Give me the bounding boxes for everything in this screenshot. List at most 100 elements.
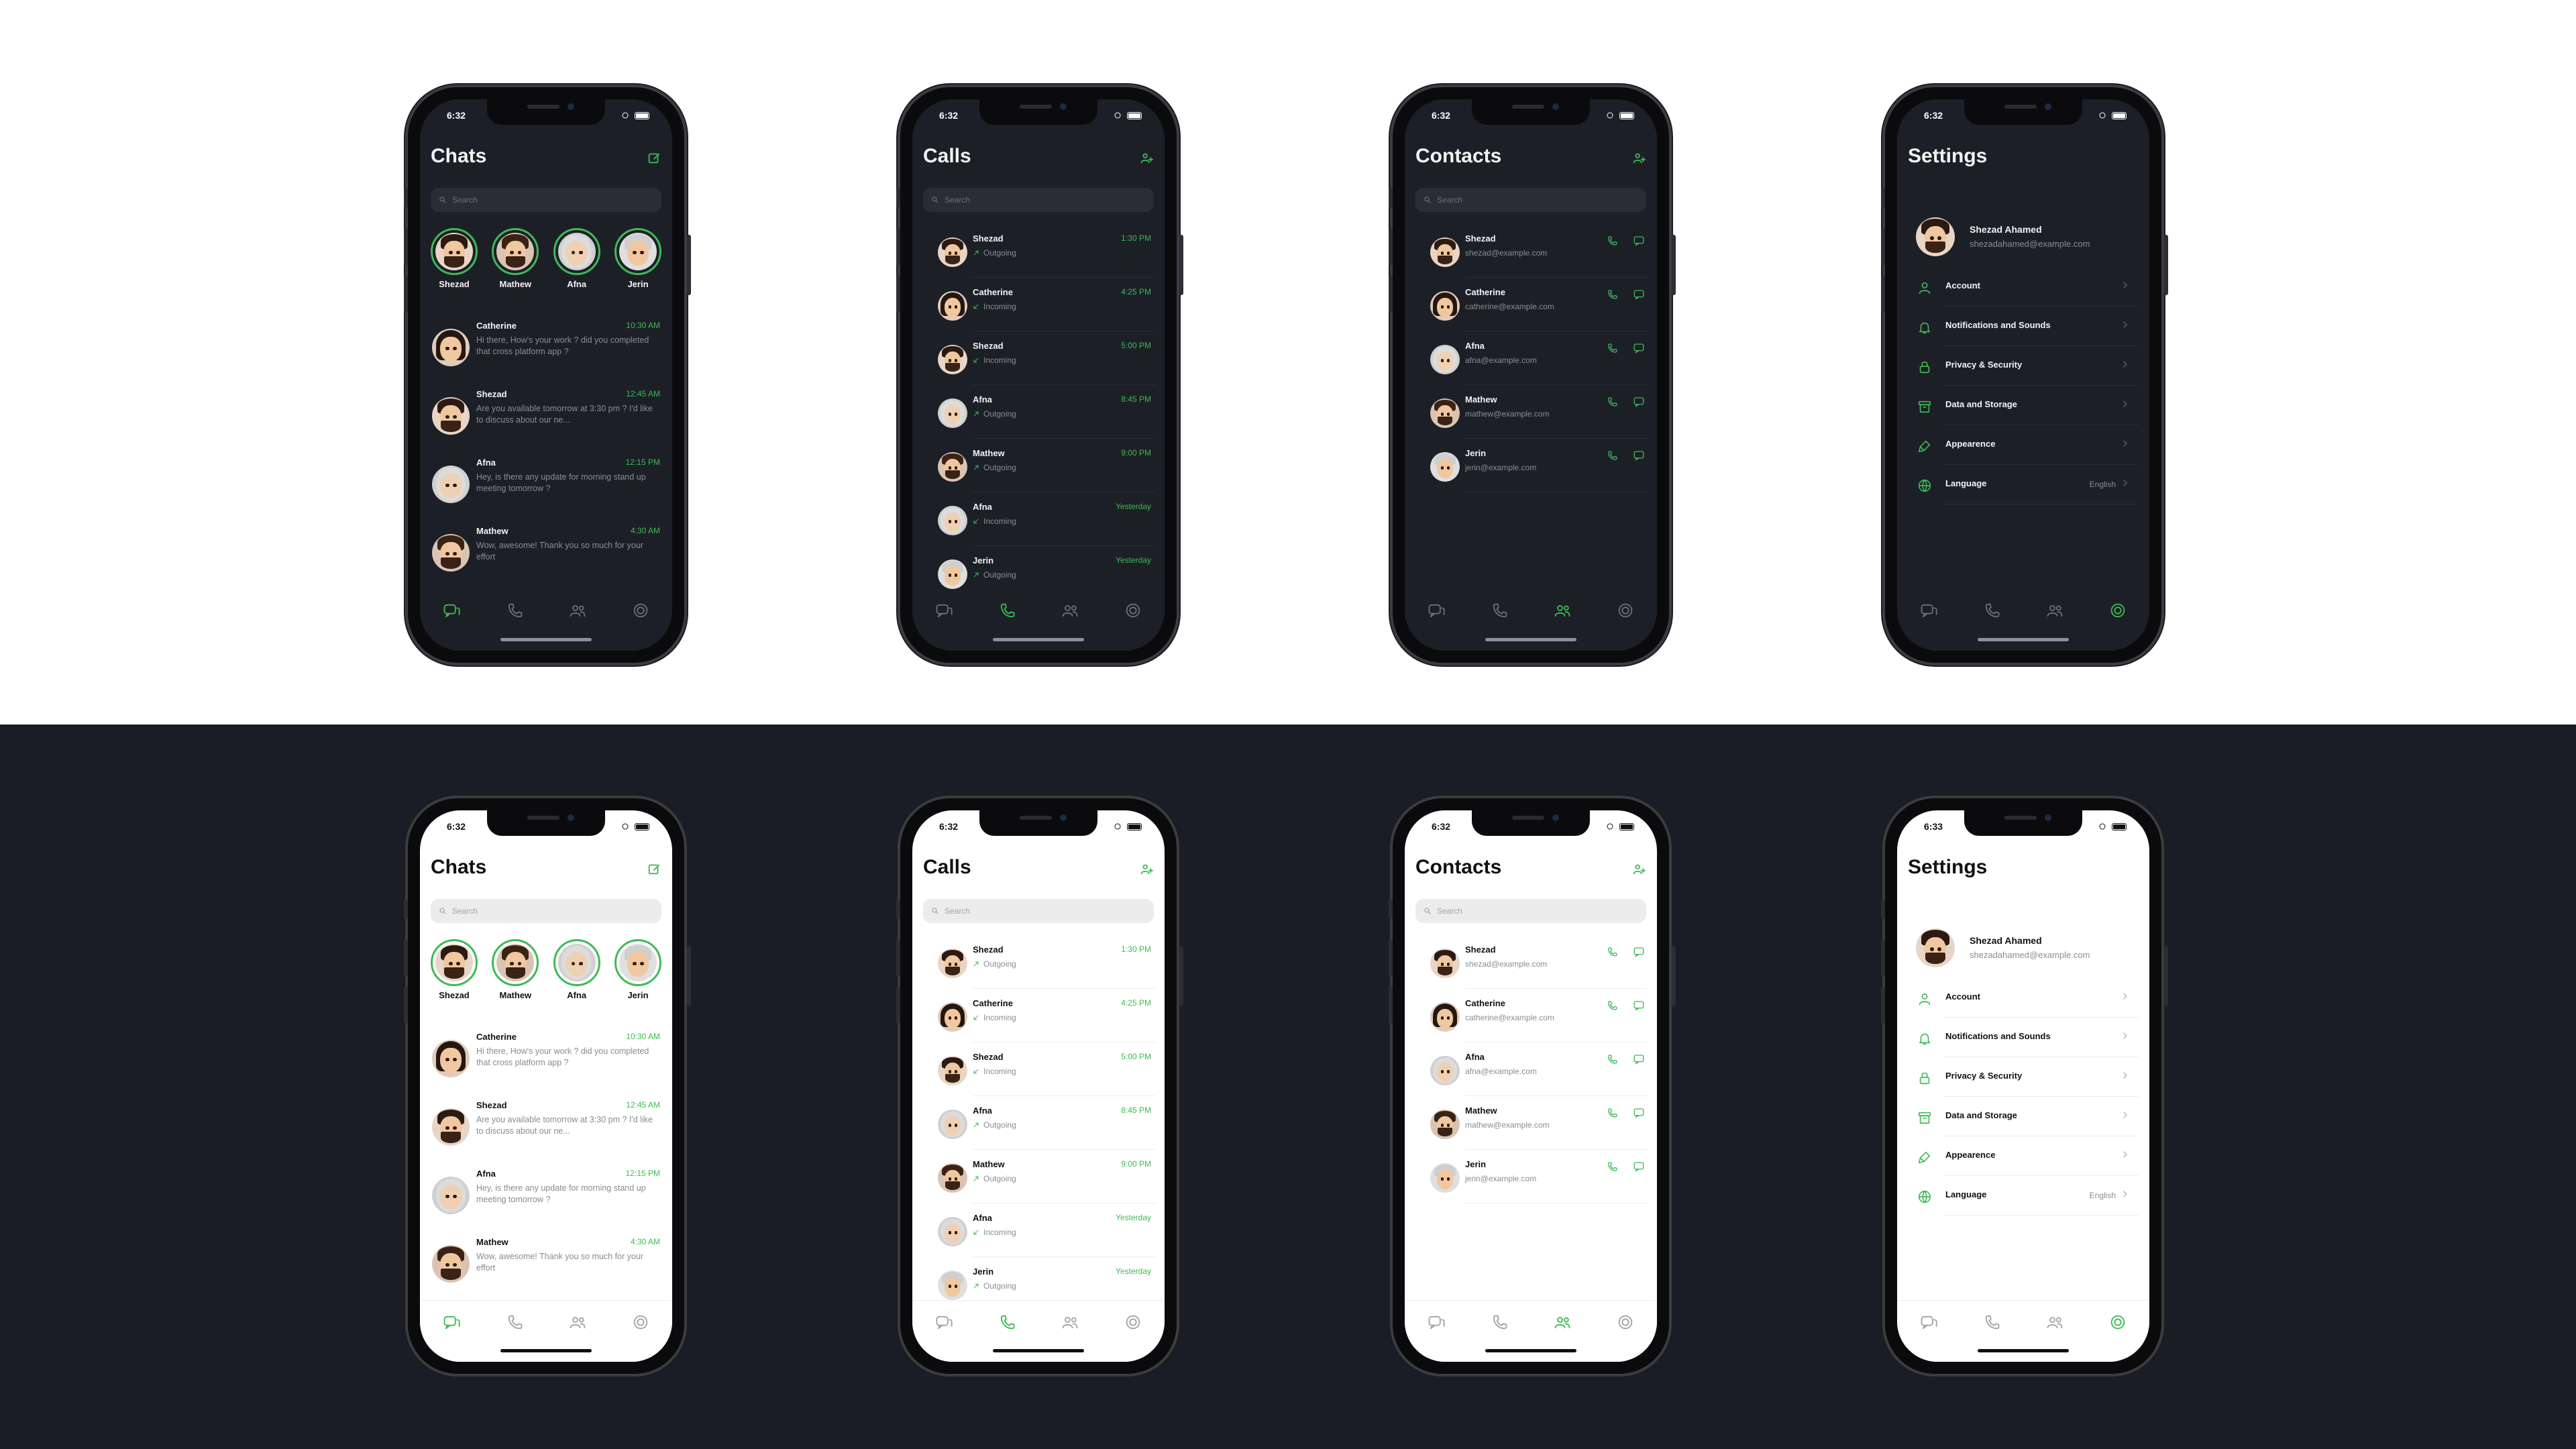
chat-row[interactable]: Afna 12:15 PM Hey, is there any update for… — [420, 1159, 672, 1228]
contact-row[interactable]: Mathew mathew@example.com — [1405, 385, 1657, 439]
call-row[interactable]: Shezad 5:00 PM Incoming — [912, 1042, 1165, 1096]
settings-item-data-and-storage[interactable]: Data and Storage — [1908, 1097, 2139, 1136]
chat-row[interactable]: Shezad 12:45 AM Are you available tomorrow… — [420, 1091, 672, 1159]
profile-card[interactable]: Shezad Ahamed shezadahamed@example.com — [1908, 209, 2139, 260]
story-mathew[interactable]: Mathew — [489, 228, 541, 289]
chats-tab[interactable] — [1427, 601, 1446, 620]
calls-tab[interactable] — [1490, 601, 1509, 620]
chats-tab[interactable] — [442, 601, 461, 620]
chat-row[interactable]: Mathew 4:30 AM Wow, awesome! Thank you so … — [420, 517, 672, 585]
phone-icon[interactable] — [1606, 235, 1618, 247]
compose-icon[interactable] — [647, 150, 661, 165]
settings-item-privacy-security[interactable]: Privacy & Security — [1908, 346, 2139, 386]
story-shezad[interactable]: Shezad — [428, 939, 480, 1000]
contact-row[interactable]: Shezad shezad@example.com — [1405, 935, 1657, 989]
chats-tab[interactable] — [1427, 1313, 1446, 1332]
phone-icon[interactable] — [1606, 288, 1618, 301]
message-icon[interactable] — [1633, 1000, 1645, 1012]
contact-row[interactable]: Mathew mathew@example.com — [1405, 1096, 1657, 1150]
calls-tab[interactable] — [1490, 1313, 1509, 1332]
message-icon[interactable] — [1633, 1161, 1645, 1173]
settings-tab[interactable] — [631, 601, 650, 620]
settings-tab[interactable] — [2108, 601, 2127, 620]
story-mathew[interactable]: Mathew — [489, 939, 541, 1000]
phone-icon[interactable] — [1606, 946, 1618, 958]
chats-tab[interactable] — [1919, 601, 1938, 620]
contact-row[interactable]: Catherine catherine@example.com — [1405, 278, 1657, 331]
contact-row[interactable]: Catherine catherine@example.com — [1405, 989, 1657, 1042]
contacts-tab[interactable] — [1061, 1313, 1079, 1332]
phone-icon[interactable] — [1606, 1053, 1618, 1065]
search-input[interactable]: Search — [1415, 188, 1646, 212]
call-row[interactable]: Afna Yesterday Incoming — [912, 1203, 1165, 1257]
compose-icon[interactable] — [647, 861, 661, 876]
chat-row[interactable]: Catherine 10:30 AM Hi there, How's your wo… — [420, 311, 672, 380]
phone-icon[interactable] — [1606, 396, 1618, 408]
calls-tab[interactable] — [505, 1313, 524, 1332]
profile-card[interactable]: Shezad Ahamed shezadahamed@example.com — [1908, 920, 2139, 971]
search-input[interactable]: Search — [431, 188, 661, 212]
settings-item-notifications-and-sounds[interactable]: Notifications and Sounds — [1908, 307, 2139, 346]
calls-tab[interactable] — [1982, 601, 2001, 620]
contacts-tab[interactable] — [1553, 601, 1572, 620]
call-row[interactable]: Catherine 4:25 PM Incoming — [912, 989, 1165, 1042]
contacts-tab[interactable] — [2045, 1313, 2064, 1332]
phone-icon[interactable] — [1606, 342, 1618, 354]
message-icon[interactable] — [1633, 449, 1645, 462]
message-icon[interactable] — [1633, 235, 1645, 247]
call-row[interactable]: Afna Yesterday Incoming — [912, 492, 1165, 546]
settings-item-language[interactable]: Language English — [1908, 1176, 2139, 1216]
call-row[interactable]: Afna 8:45 PM Outgoing — [912, 1096, 1165, 1150]
search-input[interactable]: Search — [923, 899, 1154, 923]
settings-item-privacy-security[interactable]: Privacy & Security — [1908, 1057, 2139, 1097]
call-row[interactable]: Catherine 4:25 PM Incoming — [912, 278, 1165, 331]
story-afna[interactable]: Afna — [551, 228, 603, 289]
settings-tab[interactable] — [631, 1313, 650, 1332]
calls-tab[interactable] — [505, 601, 524, 620]
settings-tab[interactable] — [1616, 1313, 1635, 1332]
add-contact-icon[interactable] — [1631, 150, 1646, 165]
settings-item-account[interactable]: Account — [1908, 978, 2139, 1018]
chats-tab[interactable] — [442, 1313, 461, 1332]
add-contact-icon[interactable] — [1139, 861, 1154, 876]
calls-tab[interactable] — [998, 1313, 1016, 1332]
add-contact-icon[interactable] — [1139, 150, 1154, 165]
settings-tab[interactable] — [2108, 1313, 2127, 1332]
message-icon[interactable] — [1633, 288, 1645, 301]
add-contact-icon[interactable] — [1631, 861, 1646, 876]
message-icon[interactable] — [1633, 342, 1645, 354]
message-icon[interactable] — [1633, 1053, 1645, 1065]
message-icon[interactable] — [1633, 1107, 1645, 1119]
contacts-tab[interactable] — [1553, 1313, 1572, 1332]
chats-tab[interactable] — [934, 601, 953, 620]
phone-icon[interactable] — [1606, 1161, 1618, 1173]
story-jerin[interactable]: Jerin — [612, 939, 664, 1000]
chat-row[interactable]: Catherine 10:30 AM Hi there, How's your wo… — [420, 1022, 672, 1091]
settings-item-data-and-storage[interactable]: Data and Storage — [1908, 386, 2139, 425]
chat-row[interactable]: Shezad 12:45 AM Are you available tomorrow… — [420, 380, 672, 448]
story-jerin[interactable]: Jerin — [612, 228, 664, 289]
chats-tab[interactable] — [1919, 1313, 1938, 1332]
story-shezad[interactable]: Shezad — [428, 228, 480, 289]
phone-icon[interactable] — [1606, 1107, 1618, 1119]
settings-item-language[interactable]: Language English — [1908, 465, 2139, 504]
contacts-tab[interactable] — [568, 601, 587, 620]
call-row[interactable]: Shezad 1:30 PM Outgoing — [912, 935, 1165, 989]
settings-item-account[interactable]: Account — [1908, 267, 2139, 307]
settings-item-appearence[interactable]: Appearence — [1908, 425, 2139, 465]
contact-row[interactable]: Afna afna@example.com — [1405, 1042, 1657, 1096]
phone-icon[interactable] — [1606, 1000, 1618, 1012]
call-row[interactable]: Afna 8:45 PM Outgoing — [912, 385, 1165, 439]
contacts-tab[interactable] — [1061, 601, 1079, 620]
chat-row[interactable]: Mathew 4:30 AM Wow, awesome! Thank you so … — [420, 1228, 672, 1296]
calls-tab[interactable] — [1982, 1313, 2001, 1332]
contacts-tab[interactable] — [2045, 601, 2064, 620]
contacts-tab[interactable] — [568, 1313, 587, 1332]
story-afna[interactable]: Afna — [551, 939, 603, 1000]
chat-row[interactable]: Afna 12:15 PM Hey, is there any update for… — [420, 448, 672, 517]
settings-item-notifications-and-sounds[interactable]: Notifications and Sounds — [1908, 1018, 2139, 1057]
search-input[interactable]: Search — [1415, 899, 1646, 923]
call-row[interactable]: Shezad 5:00 PM Incoming — [912, 331, 1165, 385]
calls-tab[interactable] — [998, 601, 1016, 620]
message-icon[interactable] — [1633, 396, 1645, 408]
